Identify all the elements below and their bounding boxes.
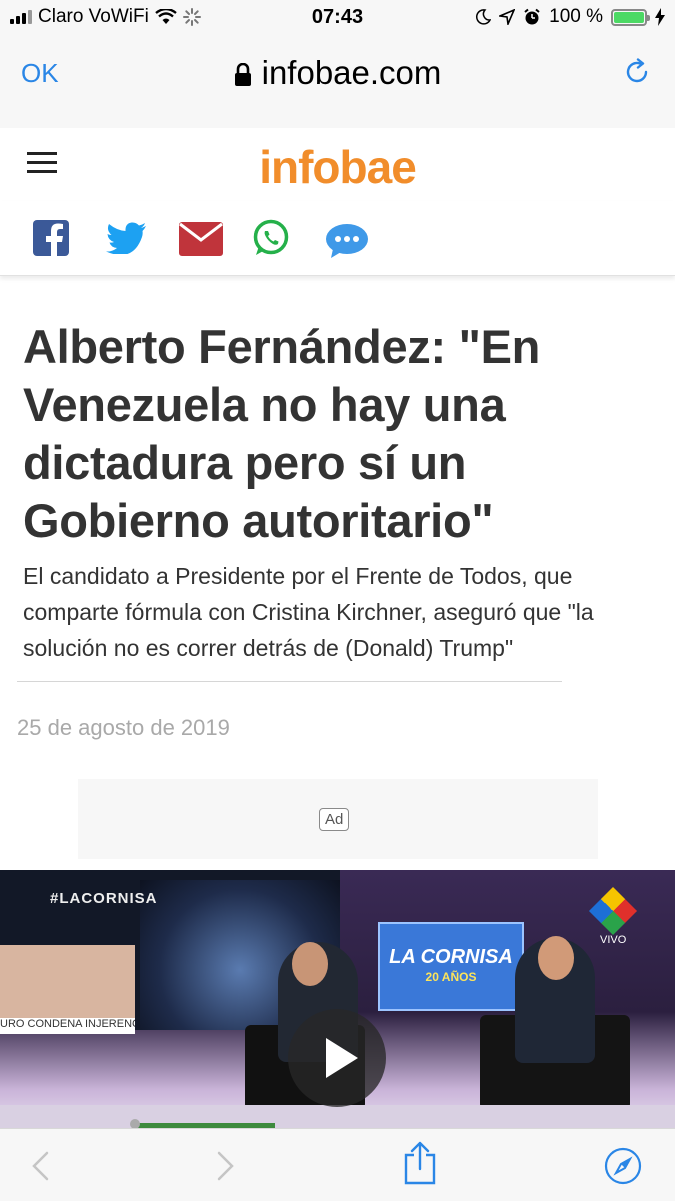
charging-bolt-icon bbox=[655, 8, 665, 26]
status-bar: Claro VoWiFi 07:43 100 % bbox=[0, 0, 675, 34]
compass-icon[interactable] bbox=[604, 1147, 642, 1185]
location-icon bbox=[499, 9, 516, 25]
battery-icon bbox=[611, 8, 650, 26]
share-icon[interactable] bbox=[403, 1141, 437, 1185]
browser-url-bar: OK infobae.com bbox=[0, 34, 675, 129]
video-screen-title: LA CORNISA bbox=[389, 946, 513, 968]
video-screen-subtitle: 20 AÑOS bbox=[425, 970, 477, 984]
email-icon[interactable] bbox=[179, 222, 223, 256]
video-inset bbox=[0, 945, 135, 1020]
whatsapp-icon[interactable] bbox=[252, 219, 290, 257]
play-button[interactable] bbox=[288, 1009, 386, 1107]
alarm-icon bbox=[524, 8, 540, 25]
facebook-icon[interactable] bbox=[33, 220, 69, 256]
video-player[interactable]: #LACORNISA URO CONDENA INJERENCIA LA COR… bbox=[0, 870, 675, 1128]
article-headline: Alberto Fernández: "En Venezuela no hay … bbox=[23, 320, 541, 547]
video-ticker: URO CONDENA INJERENCIA bbox=[0, 1018, 135, 1034]
sms-icon[interactable] bbox=[325, 223, 369, 259]
browser-toolbar bbox=[0, 1128, 675, 1201]
video-face-left bbox=[292, 942, 328, 986]
lock-icon bbox=[234, 63, 251, 87]
moon-icon bbox=[476, 9, 492, 25]
ad-slot[interactable]: Ad bbox=[78, 779, 598, 859]
ad-badge: Ad bbox=[319, 808, 350, 831]
video-scrubber-handle[interactable] bbox=[130, 1119, 140, 1128]
address-field[interactable]: infobae.com bbox=[0, 54, 675, 92]
site-logo[interactable]: infobae bbox=[0, 140, 675, 194]
live-label: VIVO bbox=[600, 934, 627, 946]
back-icon[interactable] bbox=[30, 1151, 50, 1181]
share-bar bbox=[0, 201, 675, 276]
twitter-icon[interactable] bbox=[106, 222, 146, 254]
reload-icon[interactable] bbox=[623, 58, 651, 86]
divider bbox=[17, 681, 562, 682]
address-host: infobae.com bbox=[261, 54, 442, 91]
site-header: infobae bbox=[0, 128, 675, 202]
video-floor bbox=[0, 1105, 675, 1128]
battery-level-fill bbox=[614, 11, 644, 23]
battery-percent: 100 % bbox=[549, 6, 603, 27]
article-date: 25 de agosto de 2019 bbox=[17, 715, 230, 740]
article-deck: El candidato a Presidente por el Frente … bbox=[23, 563, 594, 661]
video-hashtag: #LACORNISA bbox=[50, 890, 158, 907]
video-studio-screen: LA CORNISA 20 AÑOS bbox=[378, 922, 524, 1011]
status-right: 100 % bbox=[475, 6, 665, 28]
video-face-right bbox=[538, 936, 574, 980]
play-icon bbox=[326, 1038, 358, 1078]
forward-icon[interactable] bbox=[216, 1151, 236, 1181]
